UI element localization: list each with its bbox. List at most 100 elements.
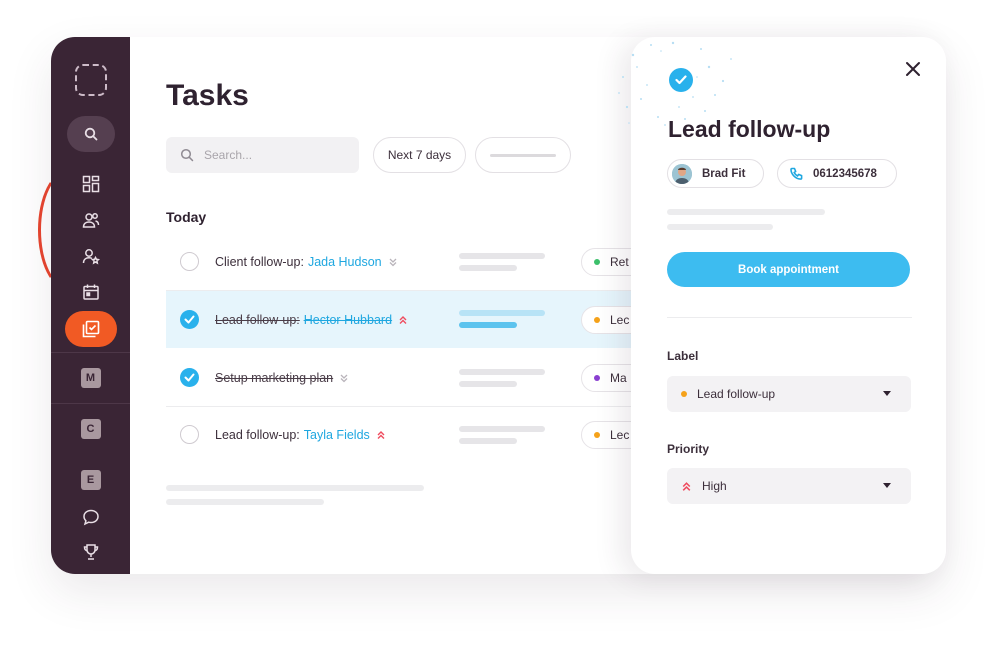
label-text: Lec [610,312,630,327]
workspace-m[interactable]: M [79,366,103,390]
sidebar-item-achievements[interactable] [79,540,103,564]
placeholder-bar [459,253,545,259]
trophy-icon [83,544,98,560]
task-title: Lead follow-up: Tayla Fields [215,428,386,442]
task-contact-link[interactable]: Hector Hubbard [304,313,392,327]
task-prefix: Client follow-up: [215,254,304,269]
placeholder-bar [490,153,556,157]
chat-icon [82,509,99,526]
task-checkbox[interactable] [180,252,199,271]
search-input[interactable] [204,148,344,162]
label-text: Ma [610,370,627,385]
panel-divider [667,317,912,318]
workspace-badge: E [80,470,101,490]
sidebar-search-button[interactable] [66,116,115,152]
placeholder-bar [166,499,324,505]
placeholder-bar [166,485,424,491]
task-contact-link[interactable]: Jada Hudson [308,255,382,269]
workspace-badge: C [80,419,101,439]
task-detail-panel: Lead follow-up Brad Fit 0612345678 Book … [618,37,946,574]
dashboard-icon [82,175,99,193]
close-button[interactable] [904,60,922,78]
task-contact-link[interactable]: Tayla Fields [304,428,370,442]
completed-check-icon [669,68,693,92]
placeholder-bar [667,224,773,230]
sidebar-item-dashboard[interactable] [79,172,103,196]
sidebar-item-add-user[interactable] [79,244,103,268]
placeholder-bar [459,369,545,375]
priority-low-icon [339,373,349,383]
task-checkbox-checked[interactable] [180,310,199,329]
contacts-icon [82,213,99,228]
task-row[interactable]: Lead follow-up: Tayla Fields Lec [166,406,686,463]
workspace-badge: M [80,368,101,388]
chevron-down-icon [883,483,891,488]
label-dot [681,391,687,397]
label-field-title: Label [667,349,699,363]
panel-title: Lead follow-up [668,116,831,142]
sidebar-divider [51,403,130,404]
checkmark-icon [184,373,195,382]
sidebar-item-tasks[interactable] [64,311,117,347]
label-select[interactable]: Lead follow-up [667,376,911,412]
task-checkbox[interactable] [180,425,199,444]
priority-high-icon [398,315,408,325]
sidebar: M C E [51,37,130,574]
task-title: Client follow-up: Jada Hudson [215,255,398,269]
task-row-selected[interactable]: Lead follow-up: Hector Hubbard Lec [166,291,686,348]
section-title: Today [166,209,207,225]
task-row[interactable]: Client follow-up: Jada Hudson Ret [166,233,686,290]
placeholder-bar [459,322,517,328]
task-title: Lead follow-up: Hector Hubbard [215,313,408,327]
checkmark-icon [184,315,195,324]
page-title: Tasks [166,79,249,112]
priority-select[interactable]: High [667,468,911,504]
sidebar-item-chat[interactable] [79,505,103,529]
placeholder-bar [459,438,517,444]
task-row[interactable]: Setup marketing plan Ma [166,349,686,406]
chevron-down-icon [883,391,891,396]
workspace-c[interactable]: C [79,417,103,441]
priority-select-value: High [702,479,727,493]
task-checkbox-checked[interactable] [180,368,199,387]
priority-high-icon [681,481,692,492]
phone-chip[interactable]: 0612345678 [777,159,897,188]
placeholder-bar [459,381,517,387]
placeholder-bar [459,310,545,316]
tasks-icon [82,320,99,338]
label-text: Ret [610,254,629,269]
label-dot [594,316,600,323]
task-prefix: Setup marketing plan [215,370,334,385]
search-field[interactable] [166,137,359,173]
phone-number: 0612345678 [813,167,877,180]
sidebar-item-calendar[interactable] [79,280,103,304]
phone-icon [790,167,803,180]
label-dot [594,431,600,438]
close-icon [906,62,920,76]
label-dot [594,258,600,265]
priority-field-title: Priority [667,442,710,456]
priority-low-icon [388,257,398,267]
label-text: Lec [610,427,630,442]
sidebar-divider [51,352,130,353]
placeholder-bar [459,265,517,271]
contact-name: Brad Fit [702,167,746,180]
add-user-icon [82,249,100,265]
contact-chip[interactable]: Brad Fit [667,159,764,188]
label-select-value: Lead follow-up [697,387,776,401]
logo-placeholder-icon[interactable] [74,64,107,96]
sidebar-item-contacts[interactable] [79,208,103,232]
secondary-filter-button[interactable] [475,137,571,173]
label-dot [594,374,600,381]
placeholder-bar [459,426,545,432]
task-title: Setup marketing plan [215,371,349,385]
avatar [672,163,692,184]
task-prefix: Lead follow-up: [215,312,300,327]
task-prefix: Lead follow-up: [215,427,300,442]
search-icon [84,127,97,141]
placeholder-bar [667,209,825,215]
book-appointment-button[interactable]: Book appointment [667,252,910,287]
date-filter-button[interactable]: Next 7 days [373,137,466,173]
calendar-icon [82,284,99,300]
workspace-e[interactable]: E [79,468,103,492]
